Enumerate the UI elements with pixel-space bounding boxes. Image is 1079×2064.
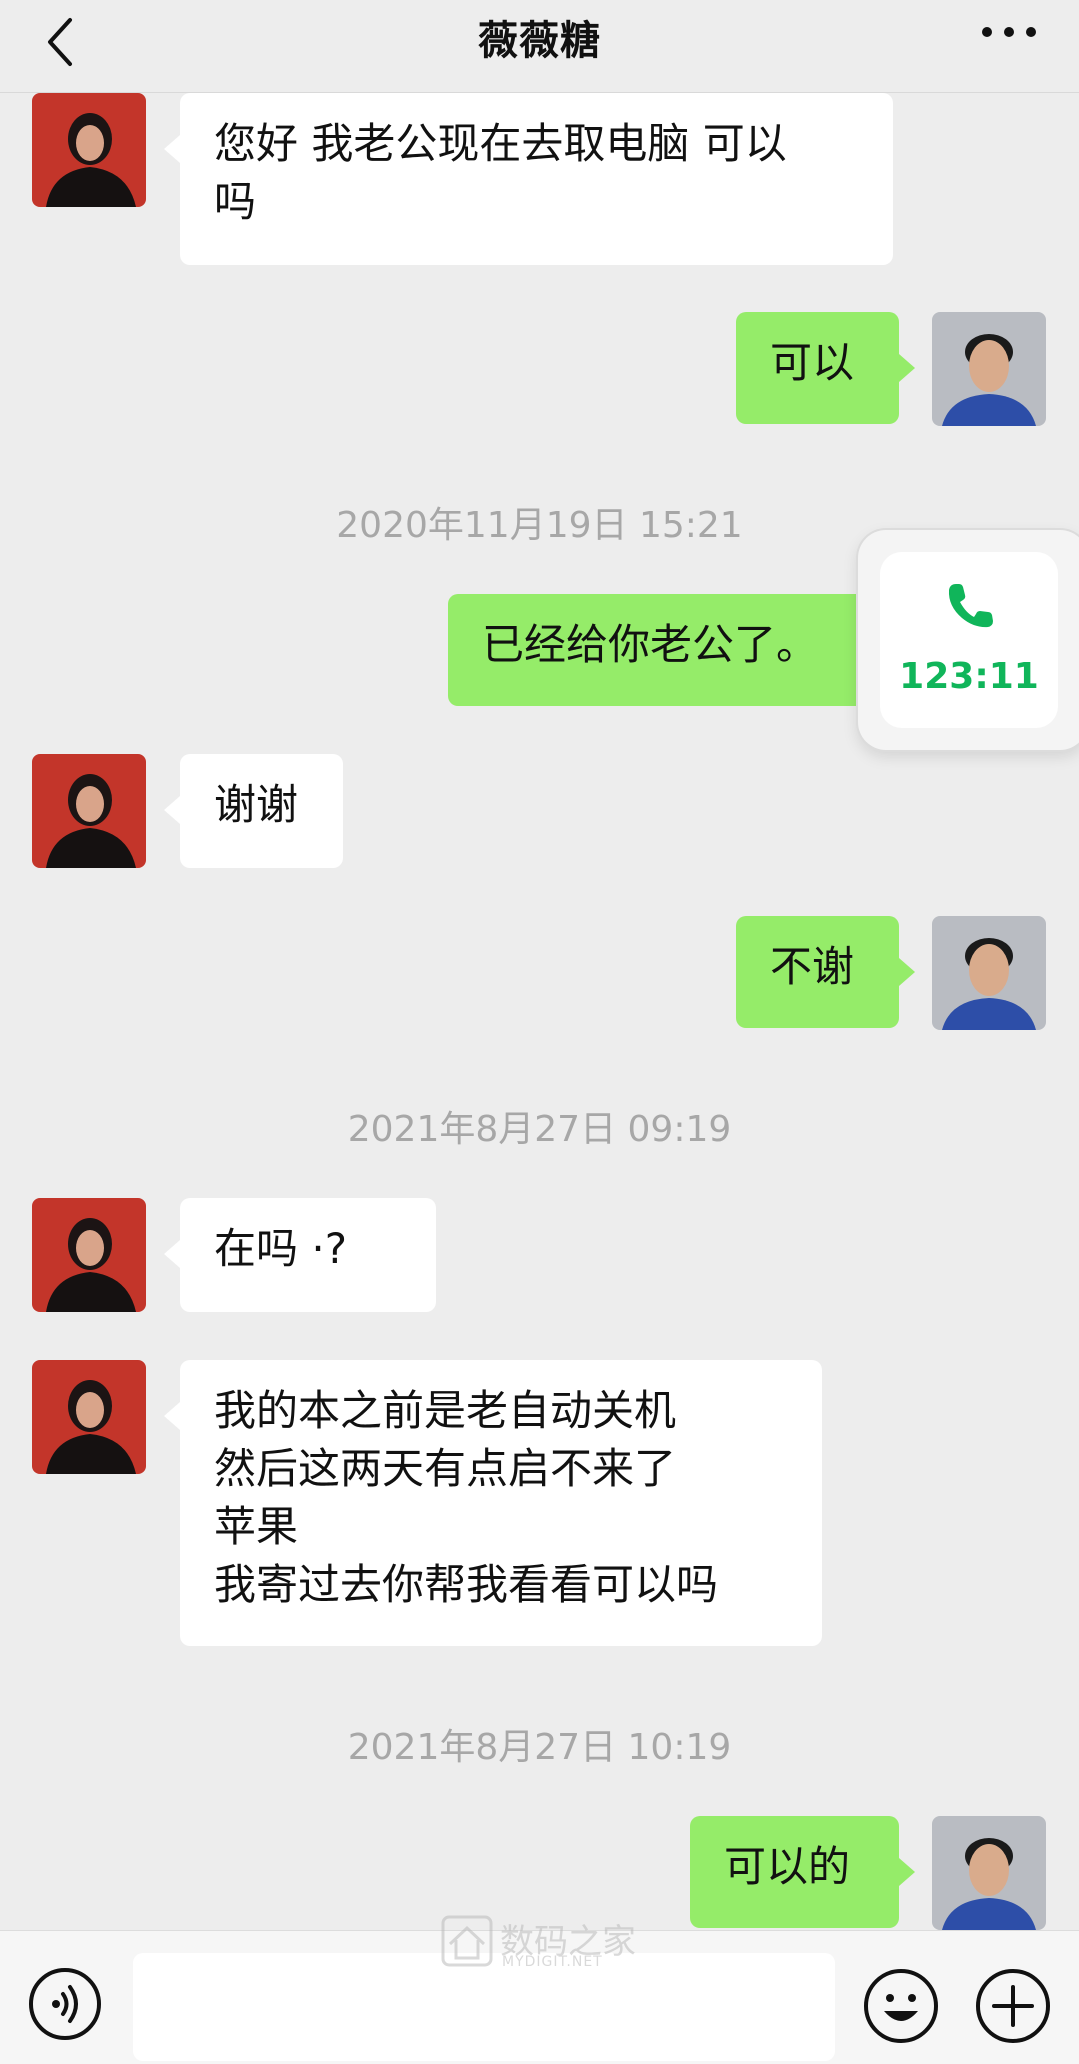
more-button[interactable] — [979, 22, 1039, 42]
watermark-subtext: MYDIGIT.NET — [502, 1954, 603, 1970]
more-actions-button[interactable] — [974, 1967, 1052, 2045]
voice-icon — [29, 1968, 101, 2040]
contact-avatar[interactable] — [32, 754, 146, 868]
timestamp: 2021年8月27日 09:19 — [347, 1109, 732, 1150]
voice-button[interactable] — [28, 1967, 102, 2041]
message-bubble-incoming: 在吗 ·? — [164, 1198, 436, 1312]
more-dots-icon — [982, 27, 1036, 37]
chat-title: 薇薇糖 — [478, 18, 601, 64]
phone-icon — [948, 584, 993, 628]
message-bubble-outgoing: 可以的 — [690, 1816, 915, 1928]
message-bubble-outgoing: 已经给你老公了。 — [448, 594, 884, 706]
smiley-icon — [864, 1969, 938, 2043]
message-bubble-incoming: 谢谢 — [164, 754, 343, 868]
my-avatar[interactable] — [932, 1816, 1046, 1930]
contact-avatar[interactable] — [32, 1198, 146, 1312]
contact-avatar[interactable] — [32, 93, 146, 207]
message-bubble-incoming: 我的本之前是老自动关机 然后这两天有点启不来了 苹果 我寄过去你帮我看看可以吗 — [164, 1360, 822, 1646]
watermark: 数码之家 MYDIGIT.NET — [440, 1914, 640, 1974]
call-duration: 123:11 — [899, 656, 1039, 697]
plus-icon — [976, 1969, 1050, 2043]
my-avatar[interactable] — [932, 916, 1046, 1030]
call-card-panel: 123:11 — [880, 552, 1058, 728]
message-bubble-incoming: 您好 我老公现在去取电脑 可以 吗 — [164, 93, 893, 265]
timestamp: 2021年8月27日 10:19 — [347, 1727, 732, 1768]
watermark-logo-icon — [441, 1915, 493, 1967]
contact-avatar[interactable] — [32, 1360, 146, 1474]
my-avatar[interactable] — [932, 312, 1046, 426]
call-card[interactable]: 123:11 — [858, 530, 1079, 750]
message-bubble-outgoing: 可以 — [736, 312, 915, 424]
emoji-button[interactable] — [862, 1967, 940, 2045]
chat-header: 薇薇糖 — [0, 0, 1079, 93]
message-bubble-outgoing: 不谢 — [736, 916, 915, 1028]
